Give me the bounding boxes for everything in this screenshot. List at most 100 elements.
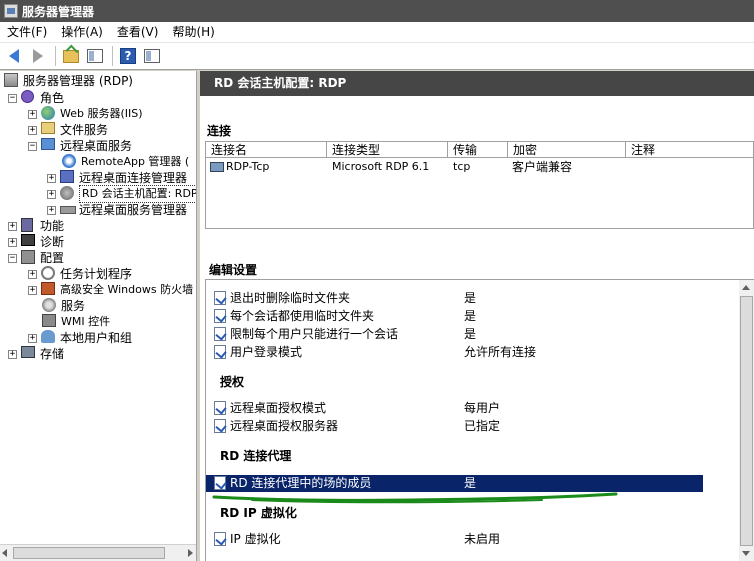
setting-name: 远程桌面授权模式 (230, 401, 327, 415)
tree-item-roles[interactable]: − 角色 (8, 90, 64, 106)
connection-type-cell: Microsoft RDP 6.1 (332, 160, 430, 173)
tree-label: 诊断 (40, 235, 65, 249)
column-header-type[interactable]: 连接类型 (327, 142, 448, 158)
setting-name: IP 虚拟化 (230, 532, 281, 546)
tree-item-root[interactable]: 服务器管理器 (RDP) (4, 73, 133, 89)
expand-icon[interactable]: + (28, 333, 37, 343)
console-tree: 服务器管理器 (RDP) − 角色 + Web 服务器(IIS) + 文件服务 … (0, 71, 197, 561)
tree-item-wmi[interactable]: WMI 控件 (42, 314, 110, 330)
menu-file[interactable]: 文件(F) (0, 22, 54, 42)
collapse-icon[interactable]: − (28, 141, 37, 151)
tree-label: 功能 (40, 219, 65, 233)
tree-item-features[interactable]: + 功能 (8, 218, 64, 234)
menu-help[interactable]: 帮助(H) (165, 22, 221, 42)
action-pane-icon (144, 49, 160, 63)
main-pane: RD 会话主机配置: RDP 连接 连接名 连接类型 传输 加密 注释 RDP-… (200, 71, 754, 561)
tree-item-rds-manager[interactable]: + 远程桌面服务管理器 (47, 202, 187, 218)
rds-manager-icon (60, 202, 76, 218)
setting-row-delete-temp[interactable]: 退出时删除临时文件夹 是 (206, 290, 736, 307)
tree-item-local-users[interactable]: + 本地用户和组 (28, 330, 132, 346)
remote-desktop-icon (41, 138, 57, 154)
tree-item-services[interactable]: 服务 (42, 298, 85, 314)
server-icon (4, 73, 20, 89)
setting-icon (214, 309, 226, 323)
tree-item-rds[interactable]: − 远程桌面服务 (28, 138, 132, 154)
expand-icon[interactable]: + (47, 205, 56, 215)
help-button[interactable]: ? (117, 45, 139, 67)
back-button[interactable] (3, 45, 25, 67)
tree-item-diagnostics[interactable]: + 诊断 (8, 234, 64, 250)
column-header-comment[interactable]: 注释 (626, 142, 754, 158)
tree-item-task-scheduler[interactable]: + 任务计划程序 (28, 266, 132, 282)
forward-button[interactable] (27, 45, 49, 67)
session-host-icon (60, 186, 76, 202)
setting-row-ip-virtualization[interactable]: IP 虚拟化 未启用 (206, 531, 736, 548)
setting-icon (214, 532, 226, 546)
menu-action[interactable]: 操作(A) (54, 22, 110, 42)
users-icon (41, 330, 57, 346)
tree-horizontal-scrollbar[interactable] (0, 544, 196, 561)
setting-row-broker-farm-member[interactable]: RD 连接代理中的场的成员 是 (206, 475, 703, 492)
scroll-left-icon[interactable] (2, 549, 7, 557)
action-pane-button[interactable] (141, 45, 163, 67)
tree-label: 服务器管理器 (RDP) (23, 74, 133, 88)
tree-item-file-services[interactable]: + 文件服务 (28, 122, 108, 138)
expand-icon[interactable]: + (47, 189, 56, 199)
setting-icon (214, 401, 226, 415)
show-hide-tree-button[interactable] (84, 45, 106, 67)
expand-icon[interactable]: + (8, 237, 17, 247)
scrollbar-thumb[interactable] (740, 296, 753, 546)
setting-icon (214, 419, 226, 433)
tree-item-web-server[interactable]: + Web 服务器(IIS) (28, 106, 143, 122)
back-arrow-icon (9, 49, 19, 63)
column-header-encryption[interactable]: 加密 (508, 142, 626, 158)
tree-item-firewall[interactable]: + 高级安全 Windows 防火墙 (28, 282, 193, 298)
setting-row-license-server[interactable]: 远程桌面授权服务器 已指定 (206, 418, 736, 435)
roles-icon (21, 90, 37, 106)
table-row[interactable]: RDP-Tcp Microsoft RDP 6.1 tcp 客户端兼容 (206, 159, 753, 175)
up-level-button[interactable] (60, 45, 82, 67)
toolbar-separator (55, 46, 56, 66)
setting-row-licensing-mode[interactable]: 远程桌面授权模式 每用户 (206, 400, 736, 417)
tree-label: 服务 (61, 299, 86, 313)
expand-icon[interactable]: + (28, 125, 37, 135)
tree-item-session-host[interactable]: + RD 会话主机配置: RDP (47, 185, 196, 203)
expand-icon[interactable]: + (8, 349, 17, 359)
expand-icon[interactable]: + (28, 269, 37, 279)
scroll-down-icon[interactable] (742, 551, 750, 556)
setting-value: 已指定 (464, 419, 501, 433)
scroll-right-icon[interactable] (188, 549, 193, 557)
scroll-up-icon[interactable] (742, 285, 750, 290)
tree-item-remoteapp[interactable]: RemoteApp 管理器 ( (62, 154, 189, 170)
tree-item-storage[interactable]: + 存储 (8, 346, 64, 362)
tree-item-conn-broker[interactable]: + 远程桌面连接管理器 (47, 170, 187, 186)
setting-row-temp-per-session[interactable]: 每个会话都使用临时文件夹 是 (206, 308, 736, 325)
collapse-icon[interactable]: − (8, 253, 17, 263)
setting-value: 每用户 (464, 401, 501, 415)
expand-icon[interactable]: + (28, 285, 37, 295)
collapse-icon[interactable]: − (8, 93, 17, 103)
connection-transport-cell: tcp (453, 160, 471, 173)
expand-icon[interactable]: + (47, 173, 56, 183)
expand-icon[interactable]: + (8, 221, 17, 231)
tree-label: WMI 控件 (61, 315, 111, 328)
diagnostics-icon (21, 234, 37, 250)
setting-row-logon-mode[interactable]: 用户登录模式 允许所有连接 (206, 344, 736, 361)
expand-icon[interactable]: + (28, 109, 37, 119)
connection-manager-icon (60, 170, 76, 186)
menu-view[interactable]: 查看(V) (110, 22, 166, 42)
setting-row-single-session[interactable]: 限制每个用户只能进行一个会话 是 (206, 326, 736, 343)
tree-label: 任务计划程序 (60, 267, 133, 281)
up-folder-icon (63, 49, 79, 63)
column-header-name[interactable]: 连接名 (206, 142, 327, 158)
licensing-group-title: 授权 (220, 375, 245, 389)
settings-vertical-scrollbar[interactable] (739, 280, 754, 561)
column-header-transport[interactable]: 传输 (448, 142, 508, 158)
setting-name: 限制每个用户只能进行一个会话 (230, 327, 399, 341)
clock-icon (41, 266, 57, 282)
tree-item-configuration[interactable]: − 配置 (8, 250, 64, 266)
setting-icon (214, 476, 226, 490)
setting-icon (214, 291, 226, 305)
edit-settings-title: 编辑设置 (209, 263, 258, 277)
scrollbar-thumb[interactable] (13, 547, 165, 559)
